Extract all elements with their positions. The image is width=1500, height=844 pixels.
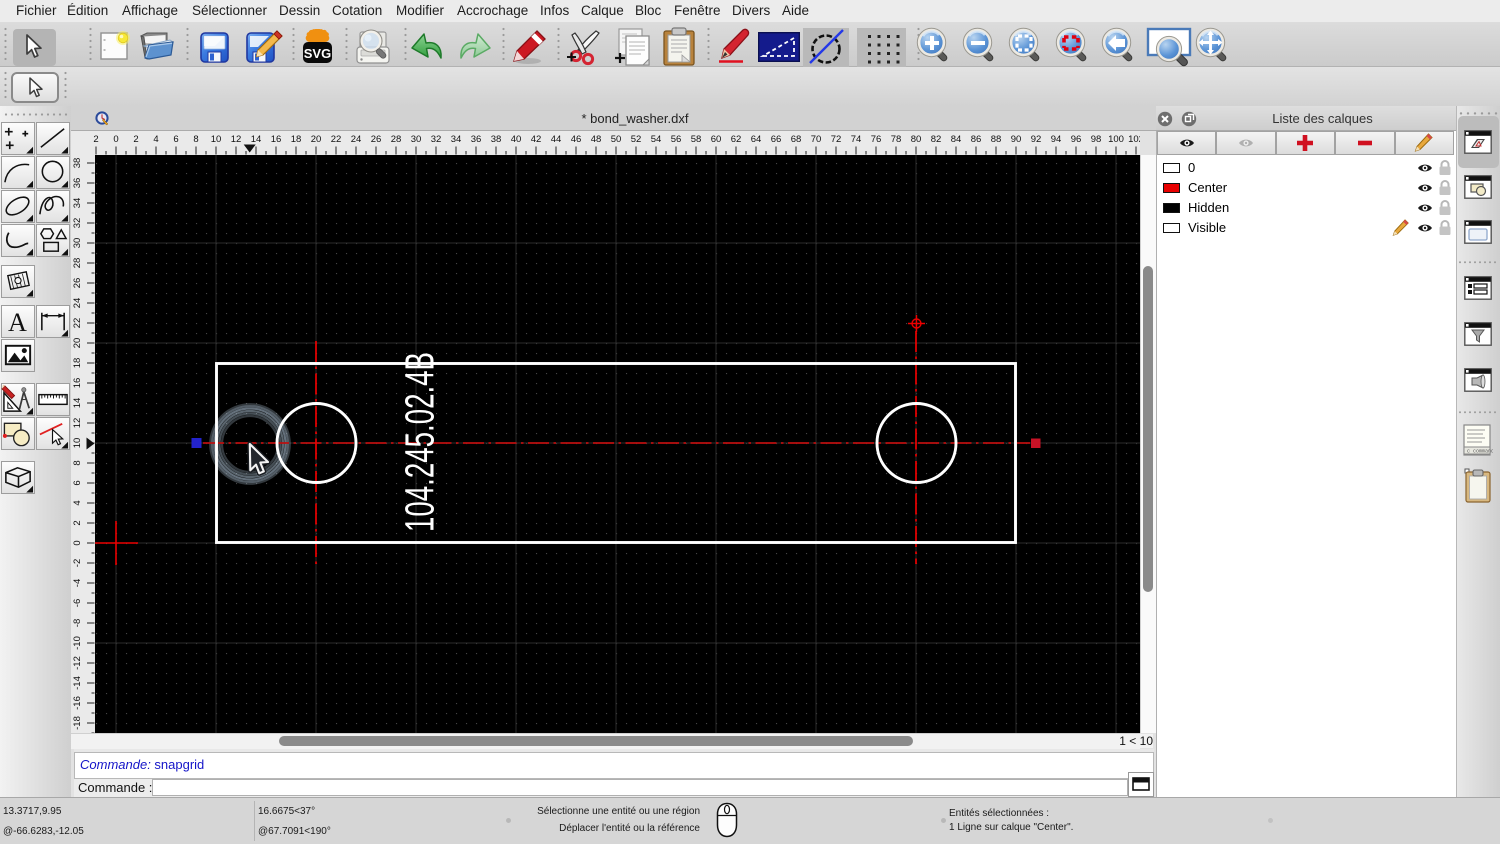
svg-text:34: 34 [72, 198, 83, 209]
svg-text:12: 12 [231, 134, 242, 145]
svg-text:94: 94 [1051, 134, 1062, 145]
svg-text:20: 20 [72, 338, 83, 349]
svg-text:26: 26 [72, 278, 83, 289]
svg-text:30: 30 [411, 134, 422, 145]
svg-text:6: 6 [72, 480, 83, 485]
svg-text:18: 18 [72, 358, 83, 369]
svg-text:A: A [8, 308, 27, 337]
svg-text:40: 40 [511, 134, 522, 145]
svg-text:SVG: SVG [304, 46, 331, 61]
svg-text:34: 34 [451, 134, 462, 145]
svg-text:64: 64 [751, 134, 762, 145]
svg-text:72: 72 [831, 134, 842, 145]
svg-text:20: 20 [311, 134, 322, 145]
svg-text:6: 6 [173, 134, 178, 145]
svg-text:-14: -14 [72, 676, 83, 690]
svg-text:98: 98 [1091, 134, 1102, 145]
svg-text:48: 48 [591, 134, 602, 145]
svg-text:42: 42 [531, 134, 542, 145]
svg-text:76: 76 [871, 134, 882, 145]
svg-text:12: 12 [72, 418, 83, 429]
svg-text:90: 90 [1011, 134, 1022, 145]
svg-text:88: 88 [991, 134, 1002, 145]
svg-text:96: 96 [1071, 134, 1082, 145]
svg-text:60: 60 [711, 134, 722, 145]
svg-text:22: 22 [331, 134, 342, 145]
svg-text:104.245.02.4B: 104.245.02.4B [397, 352, 443, 532]
svg-text:68: 68 [791, 134, 802, 145]
svg-text:36: 36 [72, 178, 83, 189]
svg-text:66: 66 [771, 134, 782, 145]
svg-text:10: 10 [72, 438, 83, 449]
svg-text:-16: -16 [72, 696, 83, 710]
svg-text:4: 4 [72, 500, 83, 505]
svg-text:-10: -10 [72, 636, 83, 650]
svg-text:10: 10 [211, 134, 222, 145]
svg-text:18: 18 [291, 134, 302, 145]
svg-text:30: 30 [72, 238, 83, 249]
svg-text:0: 0 [72, 540, 83, 545]
svg-text:-4: -4 [72, 579, 83, 587]
svg-text:14: 14 [72, 398, 83, 409]
svg-text:84: 84 [951, 134, 962, 145]
svg-text:14: 14 [251, 134, 262, 145]
svg-text:16: 16 [72, 378, 83, 389]
svg-text:28: 28 [391, 134, 402, 145]
svg-text:4: 4 [153, 134, 158, 145]
svg-text:86: 86 [971, 134, 982, 145]
svg-text:44: 44 [551, 134, 562, 145]
svg-text:38: 38 [491, 134, 502, 145]
svg-text:2: 2 [133, 134, 138, 145]
svg-text:28: 28 [72, 258, 83, 269]
svg-text:-8: -8 [72, 619, 83, 627]
svg-text:38: 38 [72, 158, 83, 169]
svg-text:22: 22 [72, 318, 83, 329]
svg-text:56: 56 [671, 134, 682, 145]
svg-text:0: 0 [113, 134, 118, 145]
svg-text:92: 92 [1031, 134, 1042, 145]
svg-text:-12: -12 [72, 656, 83, 670]
svg-text:102: 102 [1128, 134, 1140, 145]
svg-text:70: 70 [811, 134, 822, 145]
svg-text:46: 46 [571, 134, 582, 145]
svg-text:50: 50 [611, 134, 622, 145]
svg-text:-2: -2 [72, 559, 83, 567]
svg-text:-6: -6 [72, 599, 83, 607]
svg-text:80: 80 [911, 134, 922, 145]
svg-text:16: 16 [271, 134, 282, 145]
svg-text:32: 32 [431, 134, 442, 145]
svg-text:-18: -18 [72, 716, 83, 730]
svg-text:2: 2 [93, 134, 98, 145]
svg-text:c command: c command [1467, 449, 1493, 455]
svg-text:36: 36 [471, 134, 482, 145]
svg-text:2: 2 [72, 520, 83, 525]
svg-text:8: 8 [193, 134, 198, 145]
svg-text:8: 8 [72, 460, 83, 465]
svg-text:78: 78 [891, 134, 902, 145]
svg-text:32: 32 [72, 218, 83, 229]
svg-text:100: 100 [1108, 134, 1124, 145]
svg-text:74: 74 [851, 134, 862, 145]
svg-text:52: 52 [631, 134, 642, 145]
svg-text:82: 82 [931, 134, 942, 145]
svg-text:24: 24 [351, 134, 362, 145]
svg-text:26: 26 [371, 134, 382, 145]
svg-text:62: 62 [731, 134, 742, 145]
svg-text:54: 54 [651, 134, 662, 145]
svg-text:24: 24 [72, 298, 83, 309]
svg-text:58: 58 [691, 134, 702, 145]
